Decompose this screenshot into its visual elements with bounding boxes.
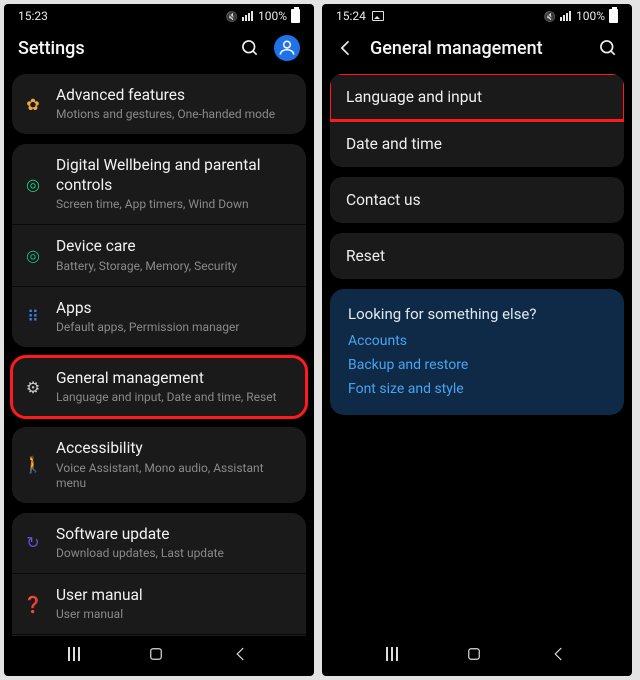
suggestions-heading: Looking for something else?: [348, 305, 606, 323]
row-title: Advanced features: [56, 86, 294, 105]
row-apps[interactable]: ⠿ Apps Default apps, Permission manager: [12, 286, 306, 347]
row-title: User manual: [56, 586, 294, 605]
back-icon[interactable]: [336, 38, 356, 58]
signal-icon: [560, 11, 572, 21]
clock: 15:23: [18, 9, 48, 23]
row-subtitle: Default apps, Permission manager: [56, 320, 294, 335]
software-update-icon: ↻: [22, 532, 44, 554]
row-contact-us[interactable]: Contact us: [330, 177, 624, 223]
group-language-date: Language and input Date and time: [330, 74, 624, 167]
row-date-and-time[interactable]: Date and time: [330, 120, 624, 167]
back-button[interactable]: [232, 645, 250, 663]
row-subtitle: Language and input, Date and time, Reset: [56, 390, 294, 405]
settings-group: ◎ Digital Wellbeing and parental controls…: [12, 144, 306, 347]
settings-screen: 15:23 100% Settings ✿ Advanced features Mo…: [4, 4, 314, 676]
settings-group: ↻ Software update Download updates, Last u…: [12, 513, 306, 636]
page-title: General management: [370, 38, 543, 59]
apps-icon: ⠿: [22, 306, 44, 328]
row-title: Software update: [56, 525, 294, 544]
general-management-header: General management: [322, 26, 632, 70]
row-subtitle: Voice Assistant, Mono audio, Assistant m…: [56, 461, 294, 491]
settings-header: Settings: [4, 26, 314, 70]
battery-icon: [291, 9, 300, 23]
home-button[interactable]: [465, 645, 483, 663]
row-general-management[interactable]: ⚙ General management Language and input, D…: [12, 357, 306, 417]
row-user-manual[interactable]: ❓ User manual User manual: [12, 573, 306, 634]
link-accounts[interactable]: Accounts: [348, 333, 606, 349]
battery-text: 100%: [258, 9, 287, 23]
status-bar: 15:23 100%: [4, 4, 314, 26]
row-subtitle: Download updates, Last update: [56, 546, 294, 561]
general-management-icon: ⚙: [22, 376, 44, 398]
battery-icon: [609, 9, 618, 23]
row-title: Apps: [56, 299, 294, 318]
back-button[interactable]: [550, 645, 568, 663]
mute-icon: [544, 9, 556, 23]
screenshot-icon: [372, 11, 384, 21]
signal-icon: [242, 11, 254, 21]
settings-list[interactable]: ✿ Advanced features Motions and gestures, …: [4, 70, 314, 636]
row-language-and-input[interactable]: Language and input: [330, 74, 624, 120]
user-manual-icon: ❓: [22, 593, 44, 615]
page-title: Settings: [18, 38, 85, 59]
account-avatar[interactable]: [274, 35, 300, 61]
row-software-update[interactable]: ↻ Software update Download updates, Last u…: [12, 513, 306, 573]
link-font-size-and-style[interactable]: Font size and style: [348, 381, 606, 397]
row-device-care[interactable]: ◎ Device care Battery, Storage, Memory, Se…: [12, 224, 306, 285]
row-title: Device care: [56, 237, 294, 256]
row-title: Digital Wellbeing and parental controls: [56, 156, 294, 195]
recents-button[interactable]: [386, 647, 398, 661]
device-care-icon: ◎: [22, 244, 44, 266]
row-subtitle: Screen time, App timers, Wind Down: [56, 197, 294, 212]
row-title: Accessibility: [56, 439, 294, 458]
settings-group: 🚶 Accessibility Voice Assistant, Mono audi…: [12, 427, 306, 502]
accessibility-icon: 🚶: [22, 454, 44, 476]
row-subtitle: User manual: [56, 607, 294, 622]
battery-text: 100%: [576, 9, 605, 23]
general-management-list[interactable]: Language and input Date and time Contact…: [322, 70, 632, 636]
search-icon[interactable]: [240, 38, 260, 58]
row-subtitle: Battery, Storage, Memory, Security: [56, 259, 294, 274]
link-backup-and-restore[interactable]: Backup and restore: [348, 357, 606, 373]
row-reset[interactable]: Reset: [330, 233, 624, 279]
home-button[interactable]: [147, 645, 165, 663]
row-advanced-features[interactable]: ✿ Advanced features Motions and gestures, …: [12, 74, 306, 134]
settings-group: ⚙ General management Language and input, D…: [12, 357, 306, 417]
status-bar: 15:24 100%: [322, 4, 632, 26]
nav-bar: [322, 636, 632, 676]
search-icon[interactable]: [598, 38, 618, 58]
mute-icon: [226, 9, 238, 23]
nav-bar: [4, 636, 314, 676]
settings-group: ✿ Advanced features Motions and gestures, …: [12, 74, 306, 134]
clock: 15:24: [336, 9, 366, 23]
row-title: General management: [56, 369, 294, 388]
row-accessibility[interactable]: 🚶 Accessibility Voice Assistant, Mono audi…: [12, 427, 306, 502]
recents-button[interactable]: [68, 647, 80, 661]
row-subtitle: Motions and gestures, One-handed mode: [56, 107, 294, 122]
advanced-features-icon: ✿: [22, 93, 44, 115]
digital-wellbeing-and-parental-controls-icon: ◎: [22, 173, 44, 195]
general-management-screen: 15:24 100% General management Language a…: [322, 4, 632, 676]
suggestions-card: Looking for something else? Accounts Bac…: [330, 289, 624, 415]
row-digital-wellbeing-and-parental-controls[interactable]: ◎ Digital Wellbeing and parental controls…: [12, 144, 306, 224]
